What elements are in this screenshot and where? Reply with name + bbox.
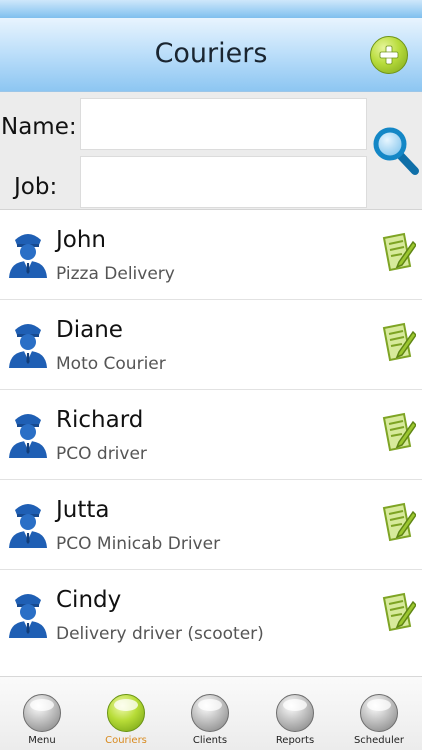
edit-icon[interactable] — [380, 232, 416, 272]
header-bar: Couriers — [0, 18, 422, 92]
courier-list: John Pizza Delivery Diane Moto Courier R… — [0, 210, 422, 660]
courier-job: Delivery driver (scooter) — [56, 624, 264, 644]
name-label: Name: — [1, 114, 77, 140]
edit-icon[interactable] — [380, 412, 416, 452]
courier-job: Moto Courier — [56, 354, 166, 374]
sphere-icon — [107, 694, 145, 732]
sphere-icon — [23, 694, 61, 732]
search-icon — [373, 127, 419, 175]
edit-icon[interactable] — [380, 502, 416, 542]
courier-person-icon — [9, 234, 47, 278]
sphere-icon — [276, 694, 314, 732]
courier-name: Diane — [56, 317, 123, 343]
courier-job: PCO driver — [56, 444, 147, 464]
search-button[interactable] — [372, 126, 420, 176]
page-title: Couriers — [154, 38, 268, 69]
edit-icon[interactable] — [380, 322, 416, 362]
courier-job: Pizza Delivery — [56, 264, 175, 284]
plus-icon — [379, 45, 399, 65]
tab-clients[interactable]: Clients — [168, 677, 252, 750]
courier-person-icon — [9, 594, 47, 638]
tab-couriers[interactable]: Couriers — [84, 677, 168, 750]
courier-row[interactable]: John Pizza Delivery — [0, 210, 422, 300]
tab-label: Couriers — [105, 735, 147, 746]
courier-person-icon — [9, 414, 47, 458]
courier-person-icon — [9, 324, 47, 368]
courier-row[interactable]: Richard PCO driver — [0, 390, 422, 480]
sphere-icon — [191, 694, 229, 732]
courier-name: Jutta — [56, 497, 110, 523]
courier-name: John — [56, 227, 107, 253]
add-courier-button[interactable] — [370, 36, 408, 74]
search-panel: Name: Job: — [0, 92, 422, 210]
status-strip — [0, 0, 422, 18]
tab-scheduler[interactable]: Scheduler — [337, 677, 421, 750]
job-input[interactable] — [80, 156, 367, 208]
courier-row[interactable]: Diane Moto Courier — [0, 300, 422, 390]
courier-name: Cindy — [56, 587, 122, 613]
name-input[interactable] — [80, 98, 367, 150]
courier-row[interactable]: Cindy Delivery driver (scooter) — [0, 570, 422, 660]
tab-label: Menu — [28, 735, 56, 746]
job-label: Job: — [14, 174, 58, 200]
sphere-icon — [360, 694, 398, 732]
tab-label: Clients — [192, 735, 228, 746]
tab-reports[interactable]: Reports — [253, 677, 337, 750]
courier-job: PCO Minicab Driver — [56, 534, 221, 554]
courier-person-icon — [9, 504, 47, 548]
courier-name: Richard — [56, 407, 144, 433]
tab-label: Scheduler — [353, 735, 405, 746]
tab-label: Reports — [275, 735, 315, 746]
courier-row[interactable]: Jutta PCO Minicab Driver — [0, 480, 422, 570]
edit-icon[interactable] — [380, 592, 416, 632]
tab-menu[interactable]: Menu — [0, 677, 84, 750]
bottom-tab-bar: Menu Couriers Clients Reports Scheduler — [0, 676, 422, 750]
